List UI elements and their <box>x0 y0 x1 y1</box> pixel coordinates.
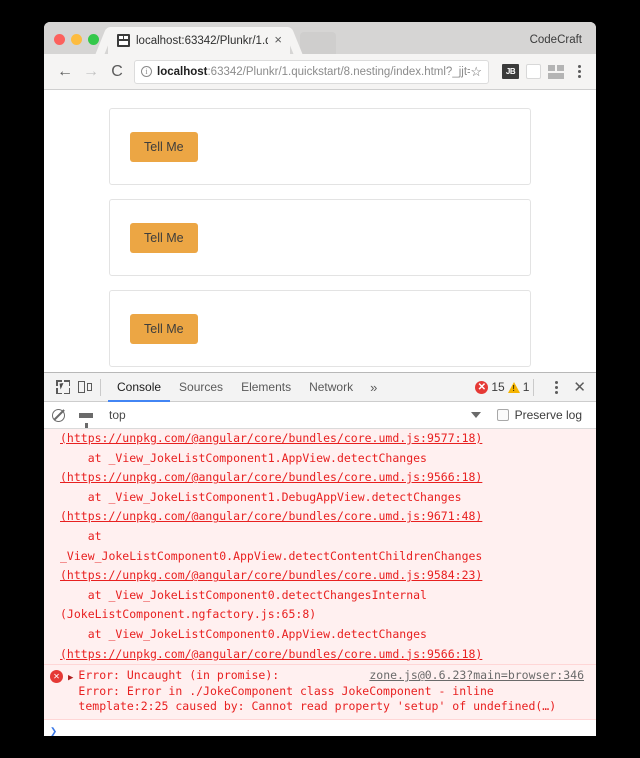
error-count-label: 15 <box>491 380 505 394</box>
browser-tab[interactable]: localhost:63342/Plunkr/1.quic × <box>108 27 290 54</box>
trace-line: (https://unpkg.com/@angular/core/bundles… <box>60 646 483 661</box>
trace-line: (https://unpkg.com/@angular/core/bundles… <box>60 431 483 445</box>
toolbar-divider <box>533 378 535 396</box>
tell-me-button[interactable]: Tell Me <box>130 223 198 253</box>
devtools-menu-icon[interactable] <box>547 380 565 394</box>
jetbrains-extension-icon[interactable]: JB <box>502 64 519 79</box>
console-output[interactable]: (https://unpkg.com/@angular/core/bundles… <box>44 429 596 736</box>
console-error-entry[interactable]: ✕ ▶ Error: Uncaught (in promise): zone.j… <box>44 665 596 720</box>
preserve-log-toggle[interactable]: Preserve log <box>496 408 582 422</box>
url-host: localhost <box>157 65 208 78</box>
trace-line: _View_JokeListComponent0.AppView.detectC… <box>60 548 483 563</box>
trace-line: (JokeListComponent.ngfactory.js:65:8) <box>60 607 317 622</box>
page-viewport: Tell Me Tell Me Tell Me <box>44 90 596 372</box>
forward-icon[interactable]: → <box>78 59 104 85</box>
error-icon: ✕ <box>475 380 489 394</box>
close-icon[interactable]: × <box>268 33 284 48</box>
address-bar[interactable]: i localhost:63342/Plunkr/1.quickstart/8.… <box>134 59 489 84</box>
expand-arrow-icon[interactable]: ▶ <box>68 671 73 687</box>
back-icon[interactable]: ← <box>52 59 78 85</box>
trace-line: at _View_JokeListComponent1.AppView.dete… <box>60 450 427 465</box>
plunker-favicon-icon <box>117 34 130 47</box>
tab-strip: localhost:63342/Plunkr/1.quic × CodeCraf… <box>44 22 596 54</box>
clear-console-icon[interactable] <box>52 408 65 422</box>
close-devtools-icon[interactable]: ✕ <box>565 378 590 396</box>
tell-me-button[interactable]: Tell Me <box>130 132 198 162</box>
tell-me-button[interactable]: Tell Me <box>130 314 198 344</box>
tab-network[interactable]: Network <box>300 373 362 402</box>
chevron-down-icon[interactable] <box>470 412 481 418</box>
error-title: Error: Uncaught (in promise): <box>78 668 280 683</box>
bookmark-star-icon[interactable]: ☆ <box>470 64 482 80</box>
tab-elements[interactable]: Elements <box>232 373 300 402</box>
error-icon: ✕ <box>50 670 63 684</box>
tab-title: localhost:63342/Plunkr/1.quic <box>136 34 269 47</box>
console-filter-bar: top Preserve log <box>44 402 596 429</box>
joke-card: Tell Me <box>109 199 531 276</box>
page-info-icon[interactable]: i <box>141 66 152 77</box>
minimize-window-button[interactable] <box>71 34 82 45</box>
trace-line: at <box>60 528 102 543</box>
inspect-element-icon[interactable] <box>52 376 74 398</box>
reload-icon[interactable]: C <box>104 59 130 85</box>
omnibox-toolbar: ← → C i localhost:63342/Plunkr/1.quickst… <box>44 54 596 90</box>
trace-line: at _View_JokeListComponent0.detectChange… <box>60 587 427 602</box>
toolbar-divider <box>100 378 101 396</box>
console-stack-trace[interactable]: (https://unpkg.com/@angular/core/bundles… <box>44 429 596 666</box>
plunker-extension-icon[interactable] <box>548 64 564 79</box>
maximize-window-button[interactable] <box>88 34 99 45</box>
trace-line: at _View_JokeListComponent1.DebugAppView… <box>60 489 462 504</box>
warning-count-badge[interactable]: 1 <box>507 380 530 394</box>
execution-context-label[interactable]: top <box>109 408 126 422</box>
error-source-link[interactable]: zone.js@0.6.23?main=browser:346 <box>369 668 584 684</box>
trace-line: (https://unpkg.com/@angular/core/bundles… <box>60 509 483 524</box>
filter-icon[interactable] <box>79 412 93 428</box>
window-brand-label: CodeCraft <box>529 34 582 46</box>
trace-line: (https://unpkg.com/@angular/core/bundles… <box>60 470 483 485</box>
device-toolbar-icon[interactable] <box>74 376 96 398</box>
error-message: Error: Error in ./JokeComponent class Jo… <box>78 683 557 714</box>
browser-window: localhost:63342/Plunkr/1.quic × CodeCraf… <box>44 22 596 736</box>
close-window-button[interactable] <box>54 34 65 45</box>
trace-line: (https://unpkg.com/@angular/core/bundles… <box>60 568 483 583</box>
trace-line: at _View_JokeListComponent0.AppView.dete… <box>60 626 427 641</box>
devtools-panel: Console Sources Elements Network » ✕ 15 … <box>44 372 596 736</box>
new-tab-button[interactable] <box>300 32 336 54</box>
preserve-log-checkbox[interactable] <box>496 409 509 421</box>
address-bar-text: localhost:63342/Plunkr/1.quickstart/8.ne… <box>157 66 470 78</box>
tab-sources[interactable]: Sources <box>170 373 232 402</box>
url-path: :63342/Plunkr/1.quickstart/8.nesting/ind… <box>207 65 470 78</box>
prompt-chevron-icon: ❯ <box>50 723 58 736</box>
warning-count-label: 1 <box>522 380 530 394</box>
browser-menu-icon[interactable] <box>570 65 588 78</box>
joke-card: Tell Me <box>109 108 531 185</box>
blank-extension-icon[interactable] <box>526 64 541 79</box>
more-tabs-icon[interactable]: » <box>362 380 385 395</box>
joke-card: Tell Me <box>109 290 531 367</box>
error-count-badge[interactable]: ✕ 15 <box>475 380 505 394</box>
preserve-log-label: Preserve log <box>514 408 582 422</box>
console-prompt[interactable]: ❯ <box>44 719 596 736</box>
warning-icon <box>507 381 520 393</box>
devtools-tabbar: Console Sources Elements Network » ✕ 15 … <box>44 373 596 402</box>
tab-console[interactable]: Console <box>108 373 170 402</box>
